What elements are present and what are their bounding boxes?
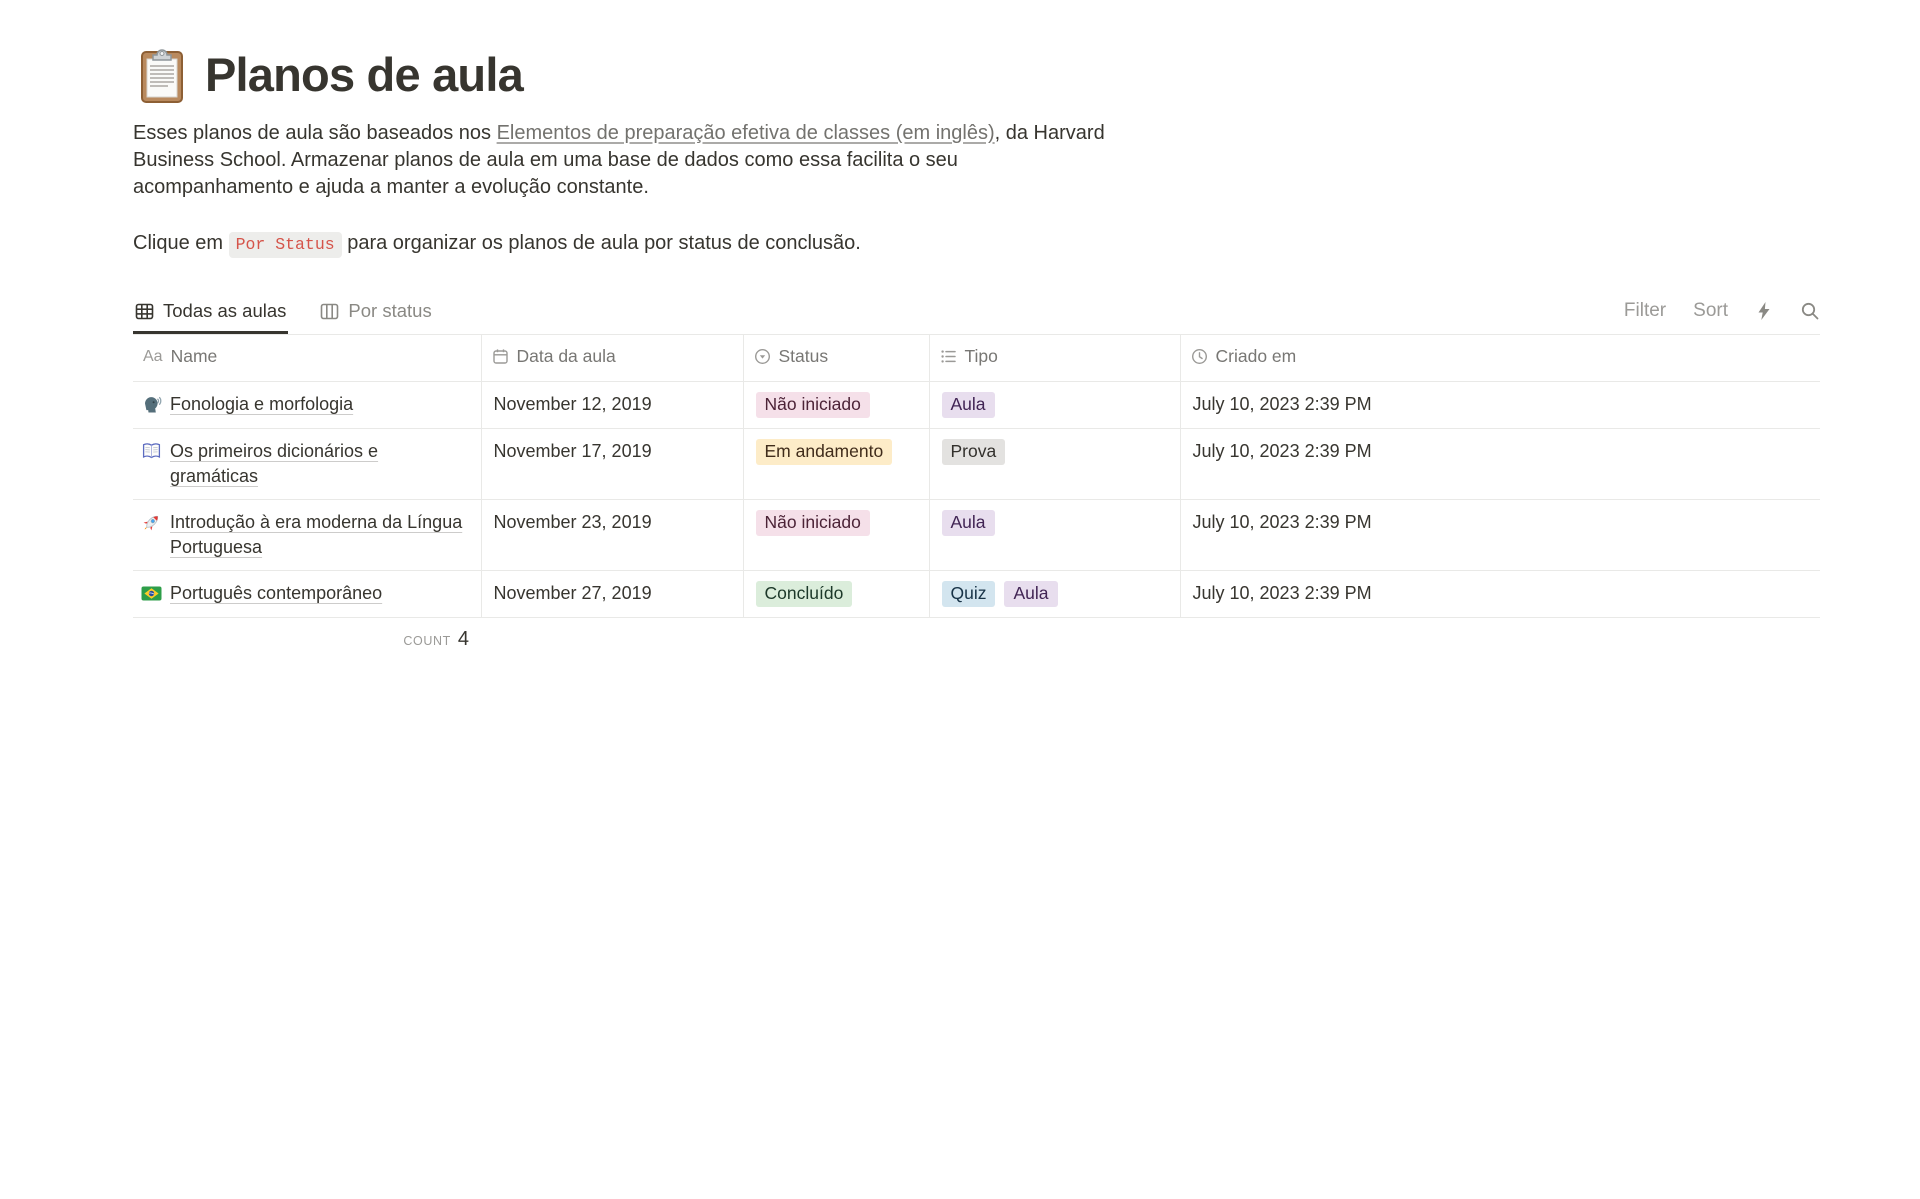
status-cell[interactable]: Não iniciado bbox=[743, 499, 929, 570]
status-badge[interactable]: Não iniciado bbox=[756, 510, 870, 536]
tipo-badge[interactable]: Quiz bbox=[942, 581, 996, 607]
name-cell[interactable]: Português contemporâneo bbox=[133, 570, 481, 617]
tipo-badge[interactable]: Prova bbox=[942, 439, 1006, 465]
hint-text-before: Clique em bbox=[133, 232, 229, 254]
column-header-criado-em[interactable]: Criado em bbox=[1180, 335, 1820, 381]
filter-button[interactable]: Filter bbox=[1624, 300, 1666, 322]
column-header-status[interactable]: Status bbox=[743, 335, 929, 381]
created-cell[interactable]: July 10, 2023 2:39 PM bbox=[1180, 570, 1820, 617]
created-cell[interactable]: July 10, 2023 2:39 PM bbox=[1180, 381, 1820, 428]
status-badge[interactable]: Não iniciado bbox=[756, 392, 870, 418]
page-link[interactable]: Os primeiros dicionários e gramáticas bbox=[170, 439, 469, 489]
tipo-badge[interactable]: Aula bbox=[942, 392, 995, 418]
tipo-cell[interactable]: Quiz Aula bbox=[929, 570, 1180, 617]
status-cell[interactable]: Não iniciado bbox=[743, 381, 929, 428]
tab-label: Por status bbox=[348, 300, 431, 322]
table-header-row: Aa Name Data da aula bbox=[133, 335, 1820, 381]
count-value: 4 bbox=[458, 628, 469, 650]
status-cell[interactable]: Em andamento bbox=[743, 428, 929, 499]
por-status-code-chip: Por Status bbox=[229, 232, 342, 258]
table-row: Português contemporâneo November 27, 201… bbox=[133, 570, 1820, 617]
list-icon bbox=[940, 348, 957, 365]
tipo-badge[interactable]: Aula bbox=[942, 510, 995, 536]
date-cell[interactable]: November 23, 2019 bbox=[481, 499, 743, 570]
speaking-head-icon bbox=[141, 394, 162, 415]
open-book-icon bbox=[141, 441, 162, 462]
count-label: COUNT bbox=[403, 634, 450, 648]
lesson-plans-table: Aa Name Data da aula bbox=[133, 335, 1820, 618]
tipo-cell[interactable]: Aula bbox=[929, 381, 1180, 428]
table-row: Introdução à era moderna da Língua Portu… bbox=[133, 499, 1820, 570]
name-cell[interactable]: Introdução à era moderna da Língua Portu… bbox=[133, 499, 481, 570]
hint-paragraph: Clique em Por Status para organizar os p… bbox=[133, 230, 1820, 258]
rocket-icon bbox=[141, 512, 162, 533]
column-label: Name bbox=[171, 346, 218, 367]
brazil-flag-icon bbox=[141, 583, 162, 604]
tab-todas-as-aulas[interactable]: Todas as aulas bbox=[133, 294, 288, 334]
column-label: Tipo bbox=[965, 346, 998, 367]
page-header: Planos de aula bbox=[133, 46, 1820, 104]
status-badge[interactable]: Concluído bbox=[756, 581, 853, 607]
sort-button[interactable]: Sort bbox=[1693, 300, 1728, 322]
date-cell[interactable]: November 12, 2019 bbox=[481, 381, 743, 428]
tipo-cell[interactable]: Aula bbox=[929, 499, 1180, 570]
tipo-badge[interactable]: Aula bbox=[1004, 581, 1057, 607]
clock-icon bbox=[1191, 348, 1208, 365]
text-property-icon: Aa bbox=[143, 348, 163, 366]
page-link[interactable]: Fonologia e morfologia bbox=[170, 392, 353, 417]
search-icon[interactable] bbox=[1800, 301, 1820, 321]
table-view-icon bbox=[135, 302, 154, 321]
toolbar-controls: Filter Sort bbox=[1624, 300, 1820, 334]
name-cell[interactable]: Os primeiros dicionários e gramáticas bbox=[133, 428, 481, 499]
column-header-data-da-aula[interactable]: Data da aula bbox=[481, 335, 743, 381]
page-link[interactable]: Português contemporâneo bbox=[170, 581, 382, 606]
harvard-doc-link[interactable]: Elementos de preparação efetiva de class… bbox=[497, 122, 995, 144]
status-cell[interactable]: Concluído bbox=[743, 570, 929, 617]
table-row: Os primeiros dicionários e gramáticas No… bbox=[133, 428, 1820, 499]
lightning-icon[interactable] bbox=[1755, 301, 1773, 321]
date-cell[interactable]: November 17, 2019 bbox=[481, 428, 743, 499]
name-cell[interactable]: Fonologia e morfologia bbox=[133, 381, 481, 428]
column-label: Criado em bbox=[1216, 346, 1297, 367]
created-cell[interactable]: July 10, 2023 2:39 PM bbox=[1180, 499, 1820, 570]
tipo-cell[interactable]: Prova bbox=[929, 428, 1180, 499]
page-description: Esses planos de aula são baseados nos El… bbox=[133, 120, 1118, 201]
database-toolbar: Todas as aulas Por status Filter Sort bbox=[133, 294, 1820, 335]
tab-por-status[interactable]: Por status bbox=[318, 294, 433, 334]
board-view-icon bbox=[320, 302, 339, 321]
hint-text-after: para organizar os planos de aula por sta… bbox=[342, 232, 861, 254]
count-footer[interactable]: COUNT 4 bbox=[133, 618, 481, 651]
notion-page: Planos de aula Esses planos de aula são … bbox=[0, 0, 1920, 651]
description-text-before: Esses planos de aula são baseados nos bbox=[133, 122, 497, 144]
column-header-tipo[interactable]: Tipo bbox=[929, 335, 1180, 381]
status-badge[interactable]: Em andamento bbox=[756, 439, 893, 465]
table-row: Fonologia e morfologia November 12, 2019… bbox=[133, 381, 1820, 428]
calendar-icon bbox=[492, 348, 509, 365]
column-header-name[interactable]: Aa Name bbox=[133, 335, 481, 381]
status-icon bbox=[754, 348, 771, 365]
page-title[interactable]: Planos de aula bbox=[205, 49, 523, 101]
tab-label: Todas as aulas bbox=[163, 300, 286, 322]
view-tabs: Todas as aulas Por status bbox=[133, 294, 464, 334]
created-cell[interactable]: July 10, 2023 2:39 PM bbox=[1180, 428, 1820, 499]
column-label: Data da aula bbox=[517, 346, 616, 367]
column-label: Status bbox=[779, 346, 829, 367]
page-link[interactable]: Introdução à era moderna da Língua Portu… bbox=[170, 510, 469, 560]
clipboard-icon[interactable] bbox=[133, 46, 191, 104]
date-cell[interactable]: November 27, 2019 bbox=[481, 570, 743, 617]
